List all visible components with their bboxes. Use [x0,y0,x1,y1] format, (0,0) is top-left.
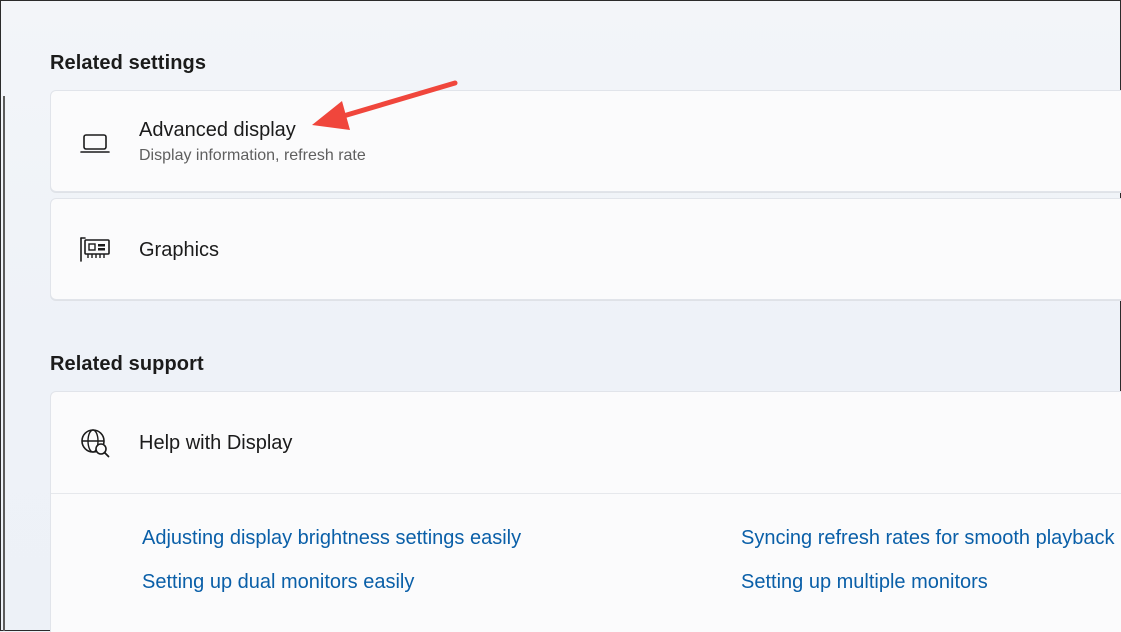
link-syncing-refresh-rates[interactable]: Syncing refresh rates for smooth playbac… [741,527,1115,550]
advanced-display-subtitle: Display information, refresh rate [139,147,366,164]
related-support-heading: Related support [50,353,204,375]
help-with-display-title[interactable]: Help with Display [139,432,292,455]
link-multiple-monitors[interactable]: Setting up multiple monitors [741,571,988,594]
advanced-display-title: Advanced display [139,119,296,141]
advanced-display-item[interactable]: Advanced display Display information, re… [50,90,1121,192]
divider [51,493,1121,494]
link-dual-monitors[interactable]: Setting up dual monitors easily [142,571,414,594]
graphics-item[interactable]: Graphics [50,198,1121,300]
laptop-icon [79,128,111,160]
link-brightness-settings[interactable]: Adjusting display brightness settings ea… [142,527,521,550]
scrollbar-edge[interactable] [3,96,5,631]
related-settings-heading: Related settings [50,52,207,74]
graphics-title: Graphics [139,239,220,261]
help-with-display-card: Help with Display Adjusting display brig… [50,391,1121,632]
graphics-card-icon [79,234,111,266]
globe-search-icon[interactable] [79,427,111,459]
